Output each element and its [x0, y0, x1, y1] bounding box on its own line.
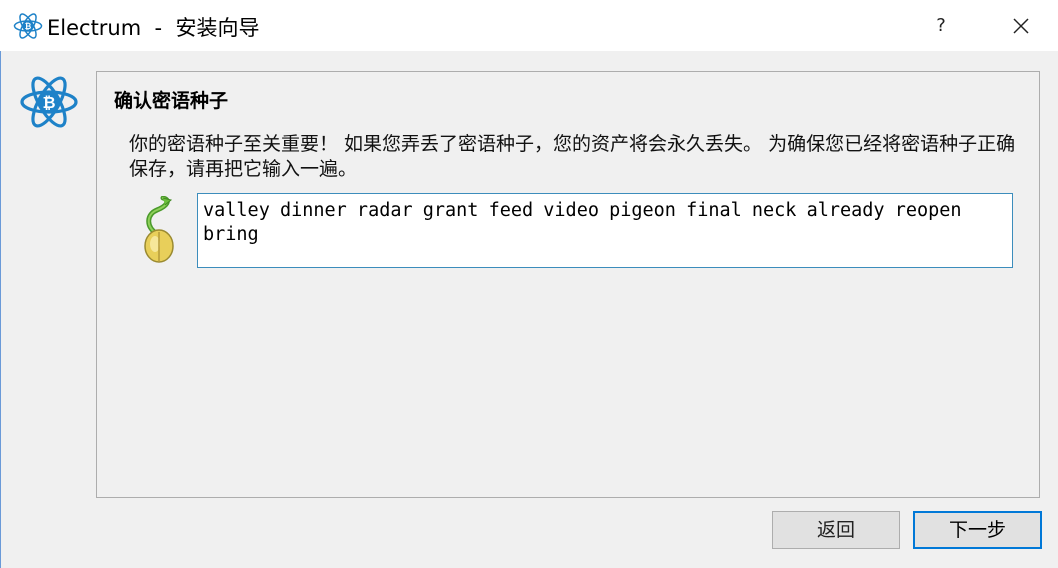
- seed-warning-message: 你的密语种子至关重要！ 如果您弄丢了密语种子，您的资产将会永久丢失。 为确保您已…: [129, 133, 1016, 180]
- title-bar: ₿ Electrum - 安装向导 ?: [0, 0, 1058, 51]
- close-icon[interactable]: [1005, 10, 1037, 42]
- page-title: 确认密语种子: [114, 90, 229, 112]
- seed-input[interactable]: valley dinner radar grant feed video pig…: [197, 193, 1013, 268]
- electrum-logo-icon: ₿: [20, 76, 78, 128]
- electrum-logo-icon: ₿: [13, 13, 43, 39]
- svg-text:₿: ₿: [42, 93, 55, 112]
- window-title: Electrum - 安装向导: [47, 16, 260, 40]
- next-button[interactable]: 下一步: [913, 511, 1042, 549]
- help-button[interactable]: ?: [924, 10, 958, 42]
- seed-sprout-icon: [144, 196, 174, 263]
- confirm-seed-panel: 确认密语种子 你的密语种子至关重要！ 如果您弄丢了密语种子，您的资产将会永久丢失…: [96, 71, 1040, 498]
- window-edge: [0, 51, 1, 568]
- back-button[interactable]: 返回: [772, 511, 900, 549]
- svg-text:₿: ₿: [25, 22, 32, 31]
